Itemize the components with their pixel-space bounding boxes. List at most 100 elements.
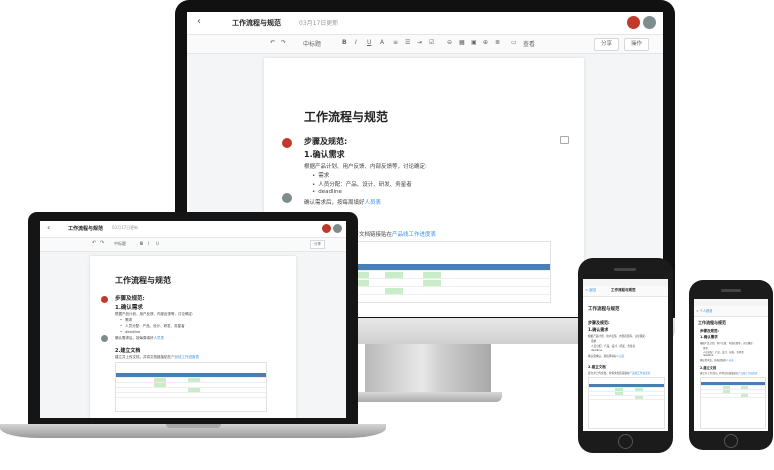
link-icon[interactable]: ⊖: [447, 39, 452, 46]
paragraph: 建立并上传文档，并将文档链接贴在产品线工作进度表: [588, 372, 651, 375]
paragraph: 确认需求后，按每周填好人员表: [588, 355, 625, 358]
section-heading: 步骤及规范:: [304, 137, 348, 146]
phone-editor: < 个人频道 工作流程与规范 步骤及规范: 1.确认需求 根据产品计划、用户反馈…: [694, 299, 768, 431]
back-button[interactable]: < 返回: [585, 288, 596, 293]
paragraph: 确认需求后，按每周填好人员表: [304, 200, 382, 206]
paragraph: 根据产品计划、用户反馈、内部反馈等，讨论确定:: [304, 164, 427, 170]
list-item: 需求: [591, 340, 597, 343]
view-menu[interactable]: 查看: [523, 39, 535, 48]
embedded-sheet[interactable]: [588, 377, 665, 429]
redo-icon[interactable]: ↷: [100, 240, 104, 246]
page-title: 工作流程与规范: [588, 307, 620, 312]
undo-icon[interactable]: ↶: [92, 240, 96, 246]
page-title: 工作流程与规范: [115, 276, 171, 285]
code-icon[interactable]: ≣: [495, 39, 500, 46]
phone-editor: < 返回 工作流程与规范 工作流程与规范 步骤及规范: 1.确认需求 根据产品计…: [583, 279, 668, 431]
avatar[interactable]: [627, 16, 640, 29]
redo-icon[interactable]: ↷: [281, 39, 286, 46]
top-bar: ‹ 工作流程与规范 03月17日更新: [40, 221, 346, 238]
italic-button[interactable]: I: [355, 39, 357, 46]
list-item: 人员分配：产品、设计、研发、务星者: [312, 180, 412, 188]
list-item: 人员分配：产品、设计、研发、务星者: [120, 324, 185, 329]
doc-updated: 03月17日更新: [299, 20, 339, 27]
toolbar: ↶ ↷ 中标题 B I U 分享: [40, 238, 346, 252]
heading-select[interactable]: 中标题: [114, 241, 126, 247]
people-link[interactable]: 人员表: [726, 359, 733, 362]
progress-link[interactable]: 产品线工作进度表: [171, 355, 199, 359]
attachment-icon[interactable]: ⊕: [483, 39, 488, 46]
page-title: 工作流程与规范: [698, 320, 726, 325]
step-heading: 1.确认需求: [304, 150, 345, 159]
embedded-sheet[interactable]: [115, 362, 267, 412]
avatar[interactable]: [322, 224, 331, 233]
avatar[interactable]: [643, 16, 656, 29]
people-link[interactable]: 人员表: [154, 336, 165, 340]
nav-title: 工作流程与规范: [611, 288, 636, 292]
share-button[interactable]: 分享: [594, 38, 620, 51]
nav-bar: < 返回 工作流程与规范: [583, 286, 668, 297]
paragraph: 根据产品计划、用户反馈、内部反馈等，讨论确定:: [588, 335, 646, 338]
table-row: [589, 396, 664, 400]
paragraph: 根据产品计划、用户反馈、内部反馈等，讨论确定:: [700, 342, 754, 345]
home-button[interactable]: [618, 434, 633, 449]
underline-button[interactable]: U: [367, 39, 371, 46]
avatar: [101, 335, 108, 342]
undo-icon[interactable]: ↶: [270, 39, 275, 46]
phone-speaker: [721, 289, 741, 292]
step-heading: 2.建立文档: [115, 348, 141, 354]
list-item: 需求: [312, 171, 329, 179]
progress-link[interactable]: 产品线工作进度表: [738, 372, 757, 375]
embedded-sheet[interactable]: [700, 377, 766, 429]
checkbox-icon[interactable]: ☑: [429, 39, 434, 46]
people-link[interactable]: 人员表: [617, 355, 625, 358]
nav-bar: < 个人频道: [694, 306, 768, 317]
actions-button[interactable]: 操作: [624, 38, 650, 51]
section-heading: 步骤及规范:: [700, 329, 719, 333]
align-icon[interactable]: ☰: [405, 39, 410, 46]
list-item: deadline: [120, 330, 140, 334]
avatar: [101, 296, 108, 303]
status-bar: [694, 299, 768, 306]
doc-updated: 03月17日更新: [112, 225, 139, 230]
top-bar: ‹ 工作流程与规范 03月17日更新: [187, 12, 663, 35]
paragraph: 确认需求后，按每周填好人员表: [115, 336, 165, 340]
list-icon[interactable]: ≡: [393, 39, 398, 46]
indent-icon[interactable]: ⇥: [417, 39, 422, 46]
toolbar: ↶ ↷ 中标题 B I U A ≡ ☰ ⇥ ☑ ⊖ ▦ ▣ ⊕ ≣ ▭ 查看 分…: [187, 35, 663, 54]
back-icon[interactable]: ‹: [197, 16, 201, 27]
table-icon[interactable]: ▦: [459, 39, 465, 46]
doc-title: 工作流程与规范: [232, 19, 281, 27]
progress-link[interactable]: 产品线工作进度表: [392, 232, 436, 238]
bold-button[interactable]: B: [140, 241, 143, 246]
section-heading: 步骤及规范:: [115, 296, 145, 302]
bold-button[interactable]: B: [342, 39, 347, 46]
share-button[interactable]: 分享: [310, 240, 325, 249]
step-heading: 2.建立文档: [588, 365, 606, 369]
image-icon[interactable]: ▣: [471, 39, 477, 46]
doc-page[interactable]: 工作流程与规范 步骤及规范: 1.确认需求 根据产品计划、用户反馈、内部反馈等，…: [90, 256, 296, 418]
step-heading: 1.确认需求: [700, 335, 718, 339]
monitor-base: [352, 392, 502, 402]
back-icon[interactable]: ‹: [47, 223, 50, 232]
laptop-notch: [166, 424, 221, 428]
paragraph: 确认需求后，按每周填好人员表: [700, 359, 734, 362]
section-heading: 步骤及规范:: [588, 320, 610, 325]
status-bar: [583, 279, 668, 286]
step-heading: 1.确认需求: [115, 305, 143, 311]
underline-button[interactable]: U: [156, 241, 159, 246]
italic-button[interactable]: I: [148, 241, 149, 246]
font-color-button[interactable]: A: [380, 39, 384, 46]
avatar[interactable]: [333, 224, 342, 233]
paragraph: 根据产品计划、用户反馈、内部反馈等，讨论确定:: [115, 312, 194, 316]
list-item: deadline: [312, 189, 342, 195]
list-item: 需求: [120, 318, 132, 323]
people-link[interactable]: 人员表: [365, 200, 382, 206]
list-item: deadline: [591, 349, 603, 352]
doc-title: 工作流程与规范: [68, 226, 104, 232]
heading-select[interactable]: 中标题: [303, 39, 321, 48]
home-button[interactable]: [724, 434, 738, 448]
comment-icon[interactable]: [560, 136, 569, 144]
comment-icon[interactable]: ▭: [511, 39, 517, 46]
back-button[interactable]: < 个人频道: [696, 308, 712, 313]
progress-link[interactable]: 产品线工作进度表: [630, 372, 651, 375]
